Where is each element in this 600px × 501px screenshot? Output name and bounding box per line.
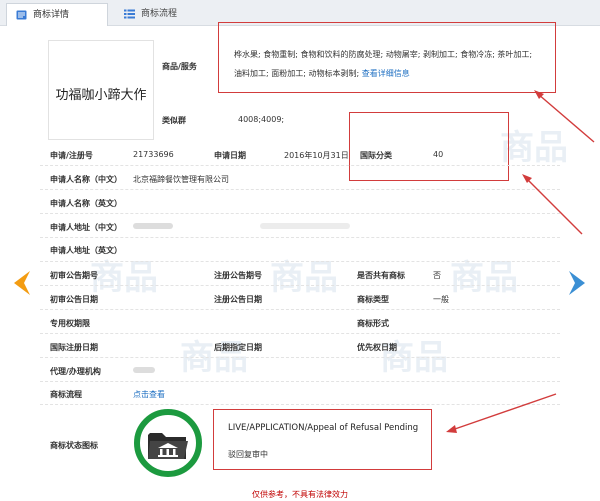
similar-group-label: 类似群	[162, 116, 186, 125]
next-arrow-icon[interactable]	[567, 269, 589, 297]
annotation-arrow	[534, 90, 595, 143]
watermark: 商品	[380, 338, 448, 378]
watermark: 商品	[270, 258, 338, 298]
shared-tm-label: 是否共有商标	[357, 271, 405, 280]
applicant-cn-label: 申请人名称（中文）	[50, 175, 122, 184]
tab-label: 商标详情	[33, 10, 70, 20]
redacted-text	[260, 223, 350, 229]
reg-pub-date-label: 注册公告日期	[214, 295, 262, 304]
annotation-arrow	[522, 174, 583, 235]
tm-type-value: 一般	[433, 295, 449, 304]
goods-services-label: 商品/服务	[162, 62, 197, 71]
row-divider	[40, 285, 560, 286]
view-process-link[interactable]: 点击查看	[133, 389, 165, 400]
intl-reg-date-label: 国际注册日期	[50, 343, 98, 352]
row-divider	[40, 381, 560, 382]
highlight-box-goods	[218, 22, 556, 93]
address-en-label: 申请人地址（英文）	[50, 246, 122, 255]
row-divider	[40, 357, 560, 358]
watermark: 商品	[450, 258, 518, 298]
similar-group-value: 4008;4009;	[238, 115, 285, 124]
reg-no-value: 21733696	[133, 150, 174, 159]
reg-no-label: 申请/注册号	[50, 151, 93, 160]
status-icon-label: 商标状态图标	[50, 441, 98, 450]
tab-trademark-details[interactable]: 商标详情	[6, 3, 108, 26]
app-date-value: 2016年10月31日	[284, 151, 349, 160]
watermark: 商品	[90, 258, 158, 298]
redacted-text	[133, 367, 155, 373]
tm-type-label: 商标类型	[357, 295, 389, 304]
process-label: 商标流程	[50, 390, 82, 399]
tab-label: 商标流程	[141, 9, 178, 19]
previous-arrow-icon[interactable]	[10, 269, 32, 297]
row-divider	[40, 237, 560, 238]
tab-trademark-process[interactable]: 商标流程	[115, 3, 215, 26]
applicant-cn-value: 北京福蹄餐饮管理有限公司	[133, 175, 229, 184]
document-icon	[16, 10, 27, 20]
row-divider	[40, 165, 560, 166]
row-divider	[40, 213, 560, 214]
highlight-box-class	[349, 112, 509, 181]
row-divider	[40, 261, 560, 262]
annotation-arrow	[446, 393, 557, 433]
redacted-text	[133, 223, 173, 229]
list-icon	[124, 9, 135, 19]
folder-court-icon	[148, 433, 188, 459]
later-designation-label: 后期指定日期	[214, 343, 262, 352]
prelim-pub-no-label: 初审公告期号	[50, 271, 98, 280]
trademark-image: 功福咖小蹄大作	[48, 40, 154, 140]
agent-label: 代理/办理机构	[50, 367, 101, 376]
watermark: 商品	[180, 338, 248, 378]
tm-form-label: 商标形式	[357, 319, 389, 328]
trademark-status-icon	[134, 409, 202, 477]
row-divider	[40, 333, 560, 334]
row-divider	[40, 309, 560, 310]
trademark-text: 功福咖小蹄大作	[55, 88, 147, 103]
prelim-pub-date-label: 初审公告日期	[50, 295, 98, 304]
row-divider	[40, 189, 560, 190]
disclaimer-text: 仅供参考，不具有法律效力	[252, 490, 348, 499]
shared-tm-value: 否	[433, 271, 441, 280]
applicant-en-label: 申请人名称（英文）	[50, 199, 122, 208]
reg-pub-no-label: 注册公告期号	[214, 271, 262, 280]
app-date-label: 申请日期	[214, 151, 246, 160]
highlight-box-status	[213, 409, 432, 470]
address-cn-label: 申请人地址（中文）	[50, 223, 122, 232]
priority-date-label: 优先权日期	[357, 343, 397, 352]
exclusive-period-label: 专用权期限	[50, 319, 90, 328]
